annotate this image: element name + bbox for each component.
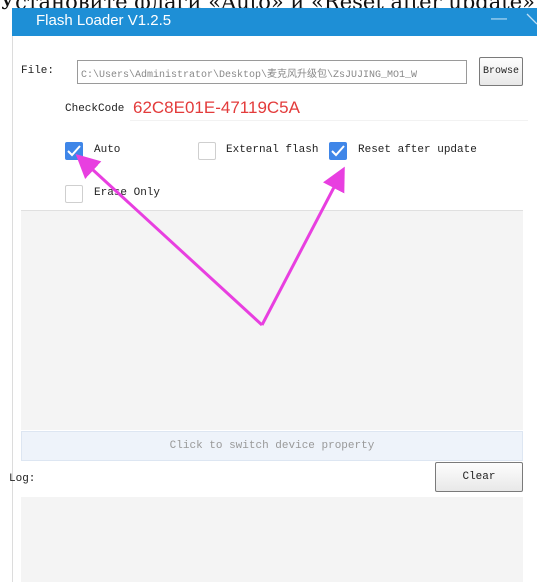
reset-after-update-checkbox[interactable] bbox=[329, 142, 347, 160]
clear-button[interactable]: Clear bbox=[435, 462, 523, 492]
erase-only-checkbox[interactable] bbox=[65, 185, 83, 203]
browse-button[interactable]: Browse bbox=[479, 57, 523, 86]
switch-device-property-button[interactable]: Click to switch device property bbox=[21, 431, 523, 461]
checkcode-value: 62C8E01E-47119C5A bbox=[130, 95, 528, 121]
auto-label: Auto bbox=[94, 144, 121, 156]
check-icon bbox=[67, 145, 81, 157]
external-flash-label: External flash bbox=[226, 144, 319, 156]
main-window: File: C:\Users\Administrator\Desktop\麦克风… bbox=[9, 36, 537, 582]
file-path-field[interactable]: C:\Users\Administrator\Desktop\麦克风升级包\Zs… bbox=[77, 60, 467, 84]
window-title: Flash Loader V1.2.5 bbox=[36, 12, 172, 29]
checkcode-label: CheckCode bbox=[65, 103, 125, 115]
file-label: File: bbox=[21, 65, 55, 77]
reset-after-update-label: Reset after update bbox=[358, 144, 477, 156]
check-icon bbox=[331, 145, 345, 157]
title-bar: Flash Loader V1.2.5 — bbox=[12, 8, 537, 36]
minimize-button[interactable]: — bbox=[491, 10, 507, 32]
log-output bbox=[21, 497, 523, 582]
erase-only-label: Erase Only bbox=[94, 187, 161, 199]
log-label: Log: bbox=[9, 473, 36, 485]
close-icon[interactable] bbox=[523, 8, 537, 32]
device-panel bbox=[21, 210, 523, 430]
auto-checkbox[interactable] bbox=[65, 142, 83, 160]
external-flash-checkbox[interactable] bbox=[198, 142, 216, 160]
